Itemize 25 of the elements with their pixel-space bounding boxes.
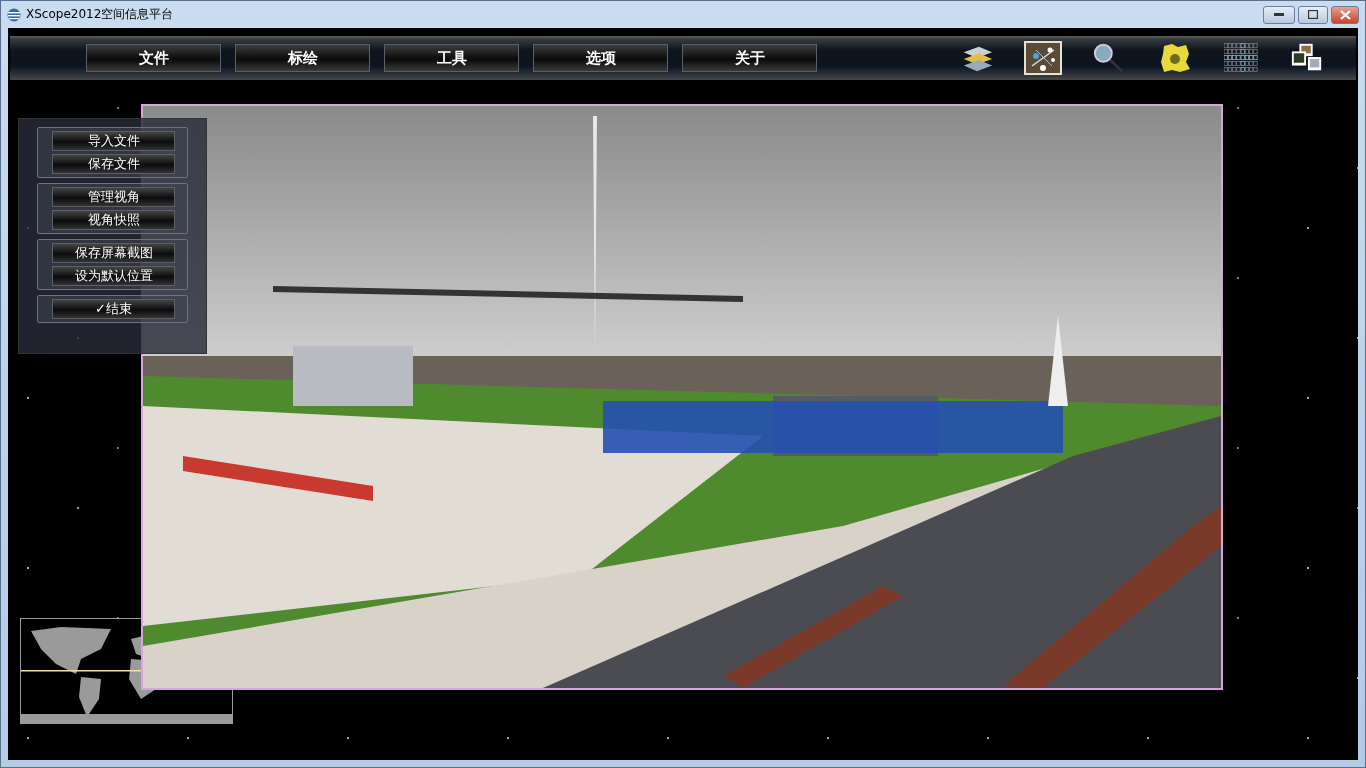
panel-button[interactable]: 保存屏幕截图 bbox=[52, 243, 175, 263]
grid-icon bbox=[1224, 41, 1258, 75]
panel-button[interactable]: 视角快照 bbox=[52, 210, 175, 230]
globe-icon bbox=[7, 7, 21, 22]
panel-button[interactable]: ✓结束 bbox=[52, 299, 175, 319]
maximize-icon bbox=[1308, 10, 1318, 19]
menu-button[interactable]: 选项 bbox=[533, 44, 668, 72]
maximize-button[interactable] bbox=[1298, 5, 1328, 24]
close-icon bbox=[1339, 9, 1351, 20]
panel-button[interactable]: 保存文件 bbox=[52, 154, 175, 174]
panel-button[interactable]: 管理视角 bbox=[52, 187, 175, 207]
menu-button[interactable]: 标绘 bbox=[235, 44, 370, 72]
menu-button[interactable]: 关于 bbox=[682, 44, 817, 72]
search-icon bbox=[1092, 41, 1126, 75]
minimize-button[interactable] bbox=[1263, 5, 1295, 24]
panel-button[interactable]: 设为默认位置 bbox=[52, 266, 175, 286]
menu-button[interactable]: 文件 bbox=[86, 44, 221, 72]
cluster-icon bbox=[1158, 42, 1192, 74]
menu-button[interactable]: 工具 bbox=[384, 44, 519, 72]
toolbar-button[interactable] bbox=[1222, 41, 1260, 75]
close-button[interactable] bbox=[1331, 5, 1359, 24]
minimize-icon bbox=[1274, 12, 1284, 17]
window-title: XScope2012空间信息平台 bbox=[26, 6, 174, 23]
toolbar-button[interactable] bbox=[1024, 41, 1062, 75]
panel-button[interactable]: 导入文件 bbox=[52, 131, 175, 151]
